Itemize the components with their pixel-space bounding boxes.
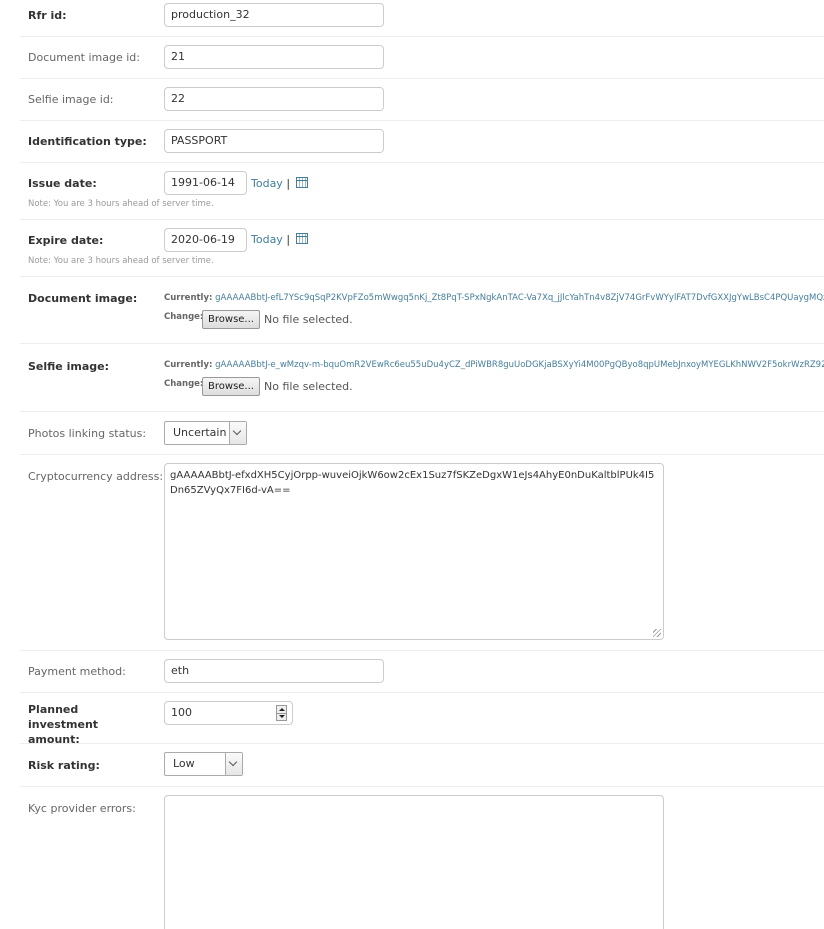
cryptocurrency-address-label: Cryptocurrency address: — [28, 470, 164, 483]
issue-date-input[interactable]: 1991-06-14 — [164, 171, 247, 195]
number-spinner-icon[interactable] — [276, 705, 287, 721]
selfie-image-current-link[interactable]: gAAAAABbtJ-e_wMzqv-m-bquOmR2VEwRc6eu55uD… — [215, 360, 824, 370]
expire-date-today-link[interactable]: Today — [251, 233, 283, 246]
dropdown-arrow — [225, 753, 242, 775]
planned-investment-amount-label: Planned investment amount: — [28, 703, 99, 746]
selfie-image-no-file: No file selected. — [264, 380, 353, 393]
row-planned-investment-amount: Planned investment amount: 100 — [20, 693, 824, 746]
payment-method-label: Payment method: — [28, 665, 126, 678]
row-selfie-image-id: Selfie image id: 22 — [20, 79, 824, 121]
cryptocurrency-address-textarea[interactable]: gAAAAABbtJ-efxdXH5CyjOrpp-wuveiOjkW6ow2c… — [164, 463, 664, 640]
row-document-image: Document image: Currently: gAAAAABbtJ-ef… — [20, 277, 824, 344]
document-image-current: Currently: gAAAAABbtJ-efL7YSc9qSqP2KVpFZ… — [164, 292, 824, 304]
issue-date-label: Issue date: — [28, 177, 97, 190]
planned-investment-amount-value: 100 — [171, 706, 192, 719]
row-risk-rating: Risk rating: Low — [20, 744, 824, 787]
document-image-no-file: No file selected. — [264, 313, 353, 326]
document-image-currently-label: Currently: — [164, 293, 213, 303]
row-selfie-image: Selfie image: Currently: gAAAAABbtJ-e_wM… — [20, 344, 824, 412]
row-document-image-id: Document image id: 21 — [20, 37, 824, 79]
issue-date-separator: | — [286, 177, 291, 190]
selfie-image-label: Selfie image: — [28, 360, 109, 373]
kyc-provider-errors-textarea[interactable] — [164, 795, 664, 929]
row-issue-date: Issue date: 1991-06-14 Today | Note: You… — [20, 163, 824, 220]
row-kyc-provider-errors: Kyc provider errors: — [20, 787, 824, 929]
photos-linking-status-value: Uncertain — [173, 426, 227, 439]
identification-type-label: Identification type: — [28, 135, 147, 148]
risk-rating-value: Low — [173, 757, 195, 770]
selfie-image-id-input[interactable]: 22 — [164, 87, 384, 111]
identification-type-input[interactable]: PASSPORT — [164, 129, 384, 153]
payment-method-input[interactable]: eth — [164, 659, 384, 683]
row-cryptocurrency-address: Cryptocurrency address: gAAAAABbtJ-efxdX… — [20, 455, 824, 651]
kyc-provider-errors-label: Kyc provider errors: — [28, 802, 136, 815]
chevron-down-icon — [228, 757, 238, 767]
rfr-id-label: Rfr id: — [28, 9, 67, 22]
resize-grip-icon[interactable] — [653, 629, 661, 637]
planned-investment-amount-input[interactable]: 100 — [164, 701, 293, 725]
row-rfr-id: Rfr id: production_32 — [20, 0, 824, 37]
cryptocurrency-address-value: gAAAAABbtJ-efxdXH5CyjOrpp-wuveiOjkW6ow2c… — [170, 470, 655, 496]
expire-date-label: Expire date: — [28, 234, 104, 247]
issue-date-today-link[interactable]: Today — [251, 177, 283, 190]
change-form: Rfr id: production_32 Document image id:… — [20, 0, 824, 929]
expire-date-separator: | — [286, 233, 291, 246]
risk-rating-label: Risk rating: — [28, 759, 100, 772]
calendar-icon[interactable] — [295, 177, 308, 188]
document-image-label: Document image: — [28, 292, 138, 305]
row-identification-type: Identification type: PASSPORT — [20, 121, 824, 163]
document-image-id-label: Document image id: — [28, 51, 140, 64]
selfie-image-change-label: Change: — [164, 379, 204, 389]
row-photos-linking-status: Photos linking status: Uncertain — [20, 412, 824, 455]
rfr-id-input[interactable]: production_32 — [164, 3, 384, 27]
selfie-image-id-label: Selfie image id: — [28, 93, 114, 106]
selfie-image-currently-label: Currently: — [164, 360, 213, 370]
document-image-current-link[interactable]: gAAAAABbtJ-efL7YSc9qSqP2KVpFZo5mWwgq5nKj… — [215, 293, 824, 303]
row-payment-method: Payment method: eth — [20, 651, 824, 693]
risk-rating-select[interactable]: Low — [164, 752, 243, 776]
row-expire-date: Expire date: 2020-06-19 Today | Note: Yo… — [20, 220, 824, 277]
photos-linking-status-label: Photos linking status: — [28, 427, 147, 440]
expire-date-shortcuts: Today | — [251, 232, 308, 247]
dropdown-arrow — [229, 422, 246, 444]
chevron-down-icon — [232, 426, 242, 436]
document-image-change-label: Change: — [164, 312, 204, 322]
issue-date-shortcuts: Today | — [251, 176, 308, 191]
selfie-image-browse-button[interactable]: Browse... — [202, 377, 260, 396]
photos-linking-status-select[interactable]: Uncertain — [164, 421, 247, 445]
document-image-id-input[interactable]: 21 — [164, 45, 384, 69]
document-image-browse-button[interactable]: Browse... — [202, 310, 260, 329]
selfie-image-current: Currently: gAAAAABbtJ-e_wMzqv-m-bquOmR2V… — [164, 359, 824, 371]
expire-date-input[interactable]: 2020-06-19 — [164, 228, 247, 252]
calendar-icon[interactable] — [295, 233, 308, 244]
expire-date-timezone-note: Note: You are 3 hours ahead of server ti… — [28, 256, 214, 266]
issue-date-timezone-note: Note: You are 3 hours ahead of server ti… — [28, 199, 214, 209]
